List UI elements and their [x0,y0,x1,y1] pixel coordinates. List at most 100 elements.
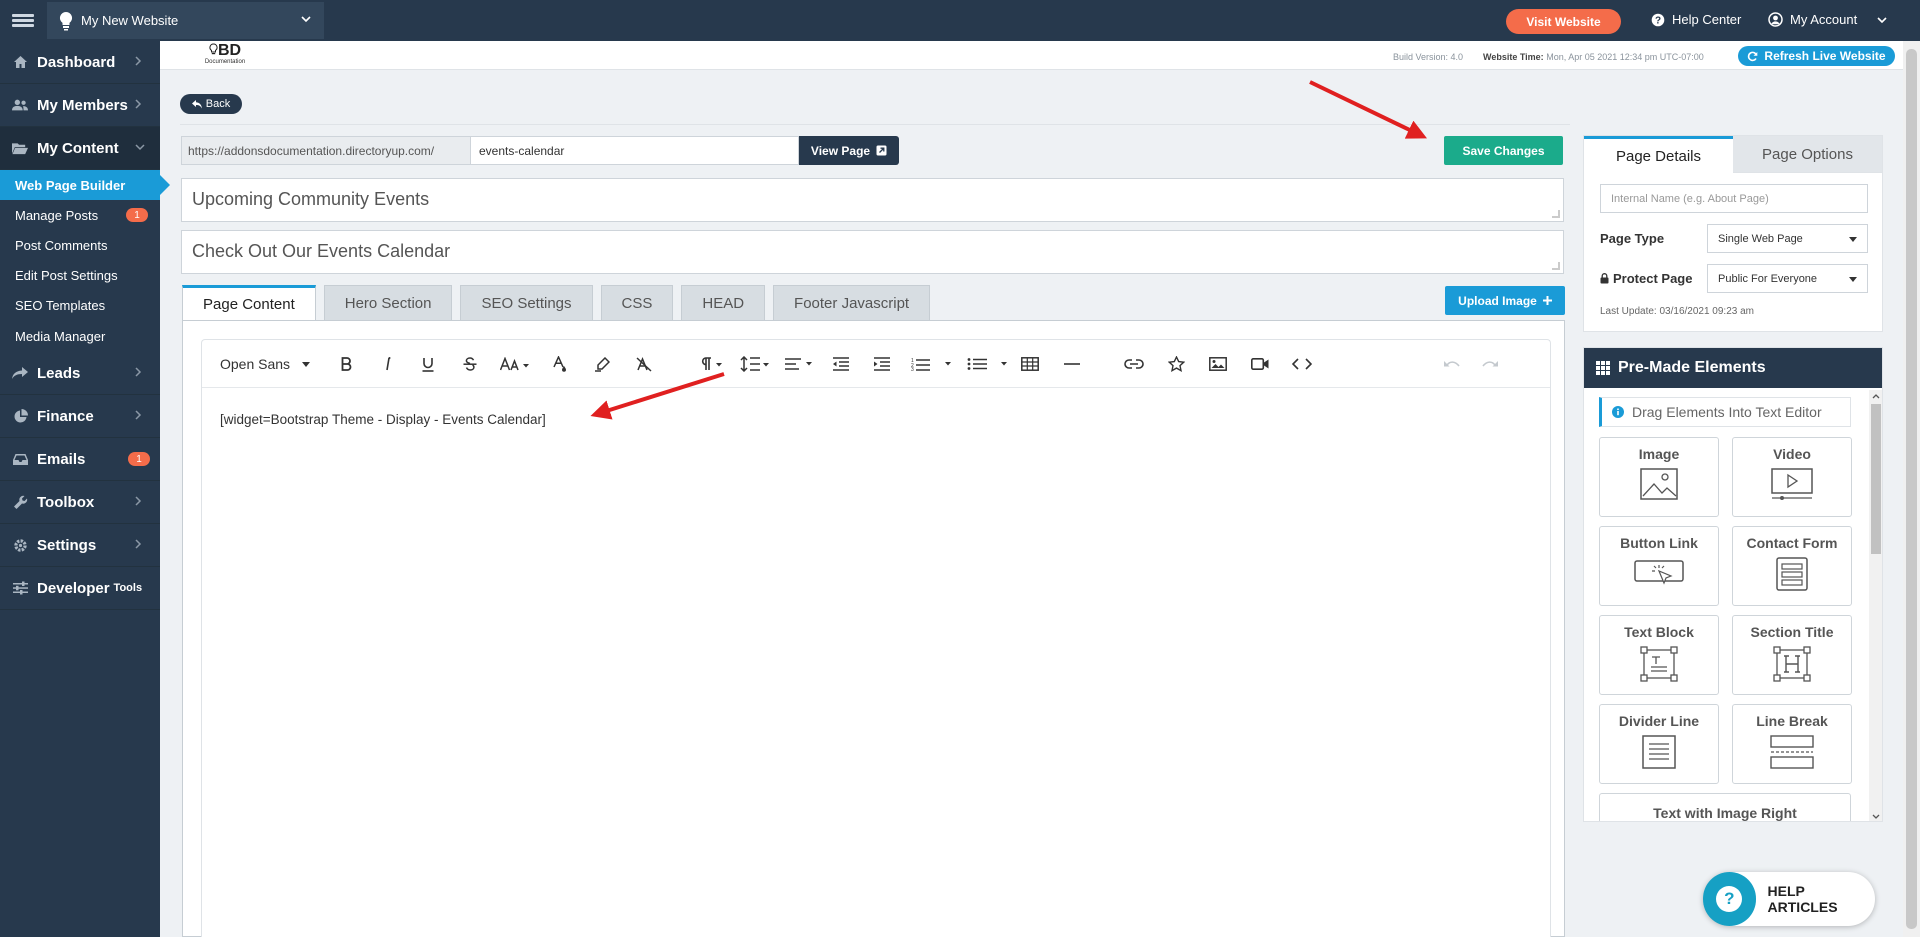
bold-button[interactable] [334,352,358,376]
grid-icon [1596,361,1610,375]
brand-logo[interactable]: BD Documentation [200,43,250,69]
editor-content[interactable]: [widget=Bootstrap Theme - Display - Even… [220,412,546,427]
undo-button[interactable] [1440,352,1464,376]
special-icon-button[interactable] [1164,352,1188,376]
page-title-input[interactable]: Upcoming Community Events [181,178,1564,222]
indent-button[interactable] [869,352,893,376]
tab-css[interactable]: CSS [600,285,674,321]
ordered-list-button[interactable]: 123 [910,352,954,376]
paragraph-format-button[interactable] [698,352,728,376]
tab-head[interactable]: HEAD [681,285,766,321]
highlight-button[interactable] [590,352,614,376]
font-family-select[interactable]: Open Sans [220,352,311,376]
resize-handle[interactable] [1552,262,1560,270]
elements-scrollbar[interactable] [1869,390,1882,821]
element-video[interactable]: Video [1732,437,1852,517]
font-size-icon [500,357,529,371]
site-selector[interactable]: My New Website [47,2,324,39]
strikethrough-button[interactable] [458,352,482,376]
save-changes-button[interactable]: Save Changes [1444,136,1563,165]
element-button-link[interactable]: Button Link [1599,526,1719,606]
underline-button[interactable] [416,352,440,376]
back-button[interactable]: Back [180,94,242,114]
tab-page-options[interactable]: Page Options [1733,136,1882,173]
tab-page-content[interactable]: Page Content [182,285,316,321]
user-circle-icon [1768,12,1783,27]
count-badge: 1 [126,208,148,222]
page-subtitle-input[interactable]: Check Out Our Events Calendar [181,230,1564,274]
sidebar-item-dashboard[interactable]: Dashboard [0,41,160,84]
clear-format-button[interactable] [632,352,656,376]
help-center-link[interactable]: ? Help Center [1651,12,1741,27]
sidebar-item-manage-posts[interactable]: Manage Posts 1 [0,200,160,230]
tab-footer-javascript[interactable]: Footer Javascript [773,285,931,321]
sidebar-item-media-manager[interactable]: Media Manager [0,320,160,352]
heading-icon [1773,646,1811,682]
sidebar-item-developer-tools[interactable]: Developer Tools [0,567,160,610]
insert-video-button[interactable] [1248,352,1272,376]
element-line-break[interactable]: Line Break [1732,704,1852,784]
annotation-arrow-save [1309,80,1428,139]
text-color-button[interactable] [548,352,572,376]
tab-page-details[interactable]: Page Details [1584,136,1733,173]
svg-text:3: 3 [911,367,914,371]
sidebar-item-emails[interactable]: Emails 1 [0,438,160,481]
chevron-down-icon [1877,16,1887,23]
sidebar-item-settings[interactable]: Settings [0,524,160,567]
sidebar-item-my-content[interactable]: My Content [0,127,160,170]
question-circle-icon: ? [1651,13,1665,26]
line-height-button[interactable] [738,352,772,376]
page-type-row: Page Type Single Web Page [1600,224,1868,253]
view-page-button[interactable]: View Page [799,136,899,165]
editor-toolbar: Open Sans 123 [202,340,1550,388]
sidebar-item-edit-post-settings[interactable]: Edit Post Settings [0,260,160,290]
sidebar-item-post-comments[interactable]: Post Comments [0,230,160,260]
redo-button[interactable] [1478,352,1502,376]
element-text-block[interactable]: Text Block [1599,615,1719,695]
element-text-with-image-right[interactable]: Text with Image Right [1599,793,1851,821]
sidebar-item-finance[interactable]: Finance [0,395,160,438]
sidebar-item-toolbox[interactable]: Toolbox [0,481,160,524]
outdent-button[interactable] [828,352,852,376]
url-slug-input[interactable] [471,136,799,165]
element-contact-form[interactable]: Contact Form [1732,526,1852,606]
code-view-button[interactable] [1290,352,1314,376]
insert-table-button[interactable] [1018,352,1042,376]
refresh-icon [1748,51,1758,61]
sidebar-item-seo-templates[interactable]: SEO Templates [0,290,160,320]
italic-icon [386,357,391,371]
sidebar-item-web-page-builder[interactable]: Web Page Builder [0,170,170,200]
tab-seo-settings[interactable]: SEO Settings [460,285,593,321]
tab-hero-section[interactable]: Hero Section [323,285,453,321]
help-articles-button[interactable]: ? HELP ARTICLES [1703,872,1875,926]
horizontal-rule-button[interactable] [1060,352,1084,376]
lock-icon [1600,273,1609,284]
element-divider-line[interactable]: Divider Line [1599,704,1719,784]
insert-image-button[interactable] [1206,352,1230,376]
visit-website-button[interactable]: Visit Website [1506,9,1621,34]
protect-page-select[interactable]: Public For Everyone [1707,264,1868,293]
sidebar-item-leads[interactable]: Leads [0,352,160,395]
internal-name-input[interactable]: Internal Name (e.g. About Page) [1600,184,1868,213]
insert-link-button[interactable] [1122,352,1146,376]
clear-format-icon [636,356,652,372]
font-size-button[interactable] [498,352,532,376]
undo-icon [1444,361,1460,367]
divider-icon [1642,735,1676,769]
page-type-select[interactable]: Single Web Page [1707,224,1868,253]
align-button[interactable] [782,352,816,376]
element-image[interactable]: Image [1599,437,1719,517]
my-account-menu[interactable]: My Account [1768,12,1888,27]
resize-handle[interactable] [1552,210,1560,218]
unordered-list-button[interactable] [966,352,1010,376]
menu-toggle-button[interactable] [0,0,45,41]
upload-image-button[interactable]: Upload Image [1445,286,1565,315]
chevron-right-icon [135,410,142,420]
sidebar-item-my-members[interactable]: My Members [0,84,160,127]
italic-button[interactable] [376,352,400,376]
refresh-live-website-button[interactable]: Refresh Live Website [1738,46,1895,66]
element-section-title[interactable]: Section Title [1732,615,1852,695]
page-scrollbar[interactable] [1903,41,1920,937]
line-height-icon [740,356,769,372]
image-icon [1209,357,1227,371]
